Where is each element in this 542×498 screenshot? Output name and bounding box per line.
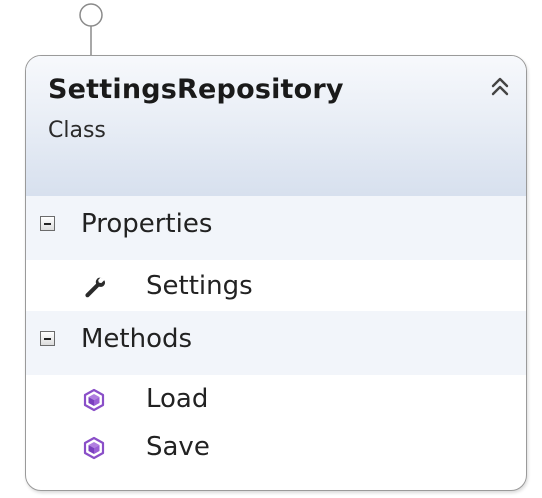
class-shape[interactable]: SettingsRepository Class Properties Sett… (25, 55, 527, 491)
method-cube-icon (83, 388, 105, 412)
property-item-settings[interactable]: Settings (26, 263, 526, 313)
properties-section-label: Properties (81, 209, 213, 239)
method-item-load[interactable]: Load (26, 376, 526, 426)
method-cube-icon (83, 436, 105, 460)
methods-collapse-toggle[interactable] (40, 331, 55, 346)
class-stereotype: Class (48, 118, 106, 143)
wrench-icon (85, 277, 106, 298)
collapse-chevron-icon[interactable] (488, 74, 512, 100)
method-item-save[interactable]: Save (26, 424, 526, 474)
properties-collapse-toggle[interactable] (40, 216, 55, 231)
methods-section-label: Methods (81, 324, 193, 354)
class-name: SettingsRepository (48, 74, 344, 105)
interface-lollipop-icon[interactable] (76, 2, 106, 58)
properties-section-header[interactable]: Properties (26, 196, 526, 260)
method-label-load: Load (146, 384, 209, 414)
class-diagram-canvas: SettingsRepository Class Properties Sett… (0, 0, 542, 498)
method-label-save: Save (146, 432, 210, 462)
property-label-settings: Settings (146, 271, 253, 301)
class-header[interactable]: SettingsRepository Class (26, 56, 526, 197)
methods-section-header[interactable]: Methods (26, 311, 526, 375)
